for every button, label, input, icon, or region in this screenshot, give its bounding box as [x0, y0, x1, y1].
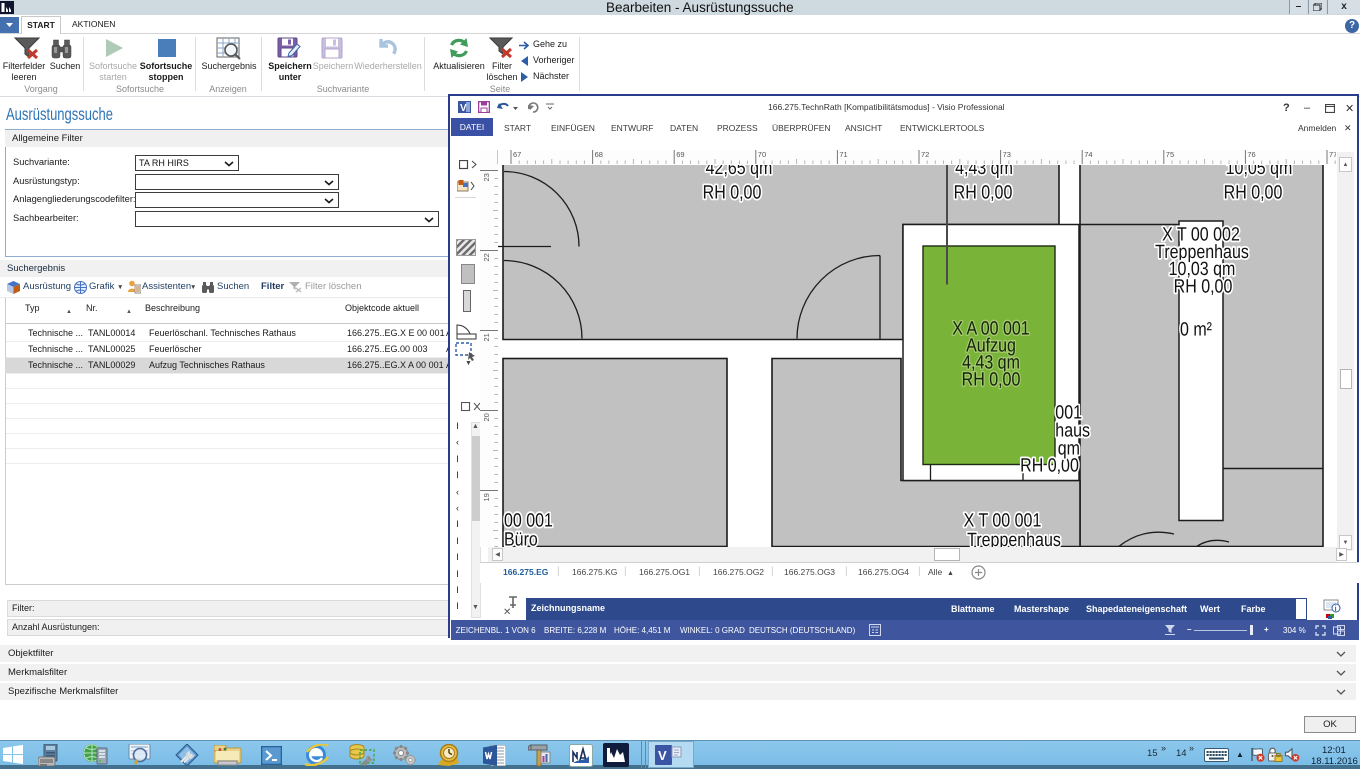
- svg-text:RH 0,00: RH 0,00: [962, 369, 1021, 389]
- svg-text:77: 77: [1329, 150, 1336, 159]
- svg-text:V: V: [658, 748, 667, 763]
- svg-text:V: V: [460, 103, 467, 113]
- svg-text:71: 71: [839, 150, 847, 159]
- svg-text:74: 74: [1084, 150, 1092, 159]
- svg-text:75: 75: [1166, 150, 1174, 159]
- svg-text:X T 00 001: X T 00 001: [964, 510, 1042, 530]
- svg-text:qm: qm: [1058, 438, 1080, 458]
- svg-text:RH 0,00: RH 0,00: [1174, 276, 1233, 296]
- svg-text:00 001: 00 001: [504, 510, 553, 530]
- svg-text:21: 21: [482, 333, 491, 341]
- svg-text:RH 0,00: RH 0,00: [1224, 182, 1283, 202]
- svg-text:69: 69: [676, 150, 684, 159]
- svg-text:Treppenhaus: Treppenhaus: [967, 530, 1061, 547]
- svg-text:4,43 qm: 4,43 qm: [955, 165, 1013, 179]
- svg-text:i: i: [1335, 606, 1337, 613]
- svg-text:22: 22: [482, 253, 491, 261]
- svg-text:70: 70: [758, 150, 766, 159]
- svg-text:23: 23: [482, 173, 491, 181]
- svg-text:68: 68: [595, 150, 603, 159]
- svg-text:10,05 qm: 10,05 qm: [1226, 165, 1293, 179]
- svg-text:Büro: Büro: [504, 529, 538, 546]
- svg-text:42,65 qm: 42,65 qm: [706, 165, 773, 179]
- svg-text:73: 73: [1003, 150, 1011, 159]
- svg-text:RH 0,00: RH 0,00: [954, 182, 1013, 202]
- svg-text:RH 0,00: RH 0,00: [703, 182, 762, 202]
- svg-text:19: 19: [482, 493, 491, 501]
- svg-text:72: 72: [921, 150, 929, 159]
- svg-text:76: 76: [1247, 150, 1255, 159]
- svg-text:0 m²: 0 m²: [1180, 319, 1213, 339]
- svg-text:67: 67: [513, 150, 521, 159]
- svg-text:20: 20: [482, 413, 491, 421]
